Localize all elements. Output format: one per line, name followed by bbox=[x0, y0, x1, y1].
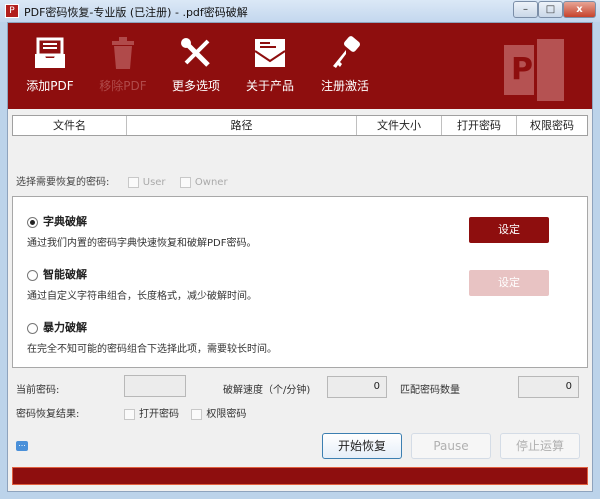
permission-password-label: 权限密码 bbox=[206, 409, 247, 420]
more-options-button[interactable]: 更多选项 bbox=[161, 35, 231, 94]
match-count-field: 0 bbox=[518, 376, 579, 398]
about-label: 关于产品 bbox=[245, 79, 294, 93]
current-password-field bbox=[124, 375, 186, 397]
column-filename[interactable]: 文件名 bbox=[13, 116, 127, 135]
dictionary-desc: 通过我们内置的密码字典快速恢复和破解PDF密码。 bbox=[27, 238, 257, 249]
brute-force-desc: 在完全不知可能的密码组合下选择此项，需要较长时间。 bbox=[27, 344, 277, 355]
user-checkbox[interactable] bbox=[127, 176, 139, 188]
pdf-logo: P bbox=[504, 37, 566, 103]
close-button[interactable]: x bbox=[563, 1, 596, 18]
permission-password-checkbox[interactable] bbox=[191, 408, 203, 420]
stop-button[interactable]: 停止运算 bbox=[500, 433, 580, 459]
tools-icon bbox=[181, 38, 210, 67]
inbox-icon bbox=[35, 37, 65, 68]
smart-settings-button[interactable]: 设定 bbox=[469, 270, 549, 296]
trash-icon bbox=[112, 37, 134, 69]
progress-bar bbox=[12, 467, 588, 485]
file-table-header: 文件名 路径 文件大小 打开密码 权限密码 bbox=[12, 115, 588, 136]
add-pdf-button[interactable]: 添加PDF bbox=[15, 35, 85, 94]
toolbar: 添加PDF 移除PDF 更多选项 关于产品 注册激活 P bbox=[8, 23, 592, 109]
open-password-checkbox[interactable] bbox=[124, 408, 135, 420]
column-permission-password[interactable]: 权限密码 bbox=[517, 116, 587, 135]
about-button[interactable]: 关于产品 bbox=[235, 35, 305, 94]
start-recovery-button[interactable]: 开始恢复 bbox=[322, 433, 402, 459]
open-password-label: 打开密码 bbox=[139, 409, 179, 420]
result-label: 密码恢复结果: bbox=[16, 409, 80, 420]
speed-field: 0 bbox=[327, 376, 387, 398]
window-title: PDF密码恢复-专业版 (已注册) - .pdf密码破解 bbox=[24, 6, 248, 19]
register-label: 注册激活 bbox=[320, 79, 369, 93]
key-icon bbox=[333, 36, 360, 68]
register-button[interactable]: 注册激活 bbox=[310, 35, 380, 94]
add-pdf-label: 添加PDF bbox=[26, 79, 74, 93]
column-open-password[interactable]: 打开密码 bbox=[442, 116, 517, 135]
title-bar: P PDF密码恢复-专业版 (已注册) - .pdf密码破解 – □ x bbox=[0, 0, 600, 22]
speed-label: 破解速度（个/分钟) bbox=[223, 385, 311, 396]
password-type-row: 选择需要恢复的密码: User Owner bbox=[16, 173, 228, 188]
chat-icon[interactable]: ... bbox=[16, 440, 28, 451]
minimize-button[interactable]: – bbox=[513, 1, 538, 18]
brute-force-title: 暴力破解 bbox=[43, 321, 87, 334]
brute-force-radio[interactable] bbox=[27, 322, 38, 334]
remove-pdf-button[interactable]: 移除PDF bbox=[88, 35, 158, 94]
envelope-icon bbox=[254, 39, 286, 67]
more-options-label: 更多选项 bbox=[171, 79, 220, 93]
app-icon: P bbox=[5, 4, 19, 18]
match-count-label: 匹配密码数量 bbox=[400, 385, 460, 396]
smart-radio[interactable] bbox=[27, 269, 38, 281]
column-path[interactable]: 路径 bbox=[127, 116, 357, 135]
dictionary-title: 字典破解 bbox=[43, 215, 87, 228]
client-area: 添加PDF 移除PDF 更多选项 关于产品 注册激活 P 文件名 路径 文件大小… bbox=[7, 22, 593, 492]
dictionary-settings-button[interactable]: 设定 bbox=[469, 217, 549, 243]
column-size[interactable]: 文件大小 bbox=[357, 116, 442, 135]
pause-button[interactable]: Pause bbox=[411, 433, 491, 459]
maximize-button[interactable]: □ bbox=[538, 1, 563, 18]
mode-smart[interactable]: 智能破解 bbox=[27, 266, 87, 282]
mode-dictionary[interactable]: 字典破解 bbox=[27, 213, 87, 229]
choose-label: 选择需要恢复的密码: bbox=[16, 177, 110, 188]
dictionary-radio[interactable] bbox=[27, 216, 38, 228]
owner-label: Owner bbox=[194, 177, 228, 188]
smart-title: 智能破解 bbox=[43, 268, 87, 281]
owner-checkbox[interactable] bbox=[179, 176, 191, 188]
attack-mode-panel: 字典破解 通过我们内置的密码字典快速恢复和破解PDF密码。 设定 智能破解 通过… bbox=[12, 196, 588, 368]
smart-desc: 通过自定义字符串组合，长度格式，减少破解时间。 bbox=[27, 291, 257, 302]
result-options: 打开密码 权限密码 bbox=[124, 405, 246, 420]
mode-brute-force[interactable]: 暴力破解 bbox=[27, 319, 87, 335]
current-password-label: 当前密码: bbox=[16, 385, 60, 396]
user-label: User bbox=[142, 177, 166, 188]
remove-pdf-label: 移除PDF bbox=[99, 79, 147, 93]
